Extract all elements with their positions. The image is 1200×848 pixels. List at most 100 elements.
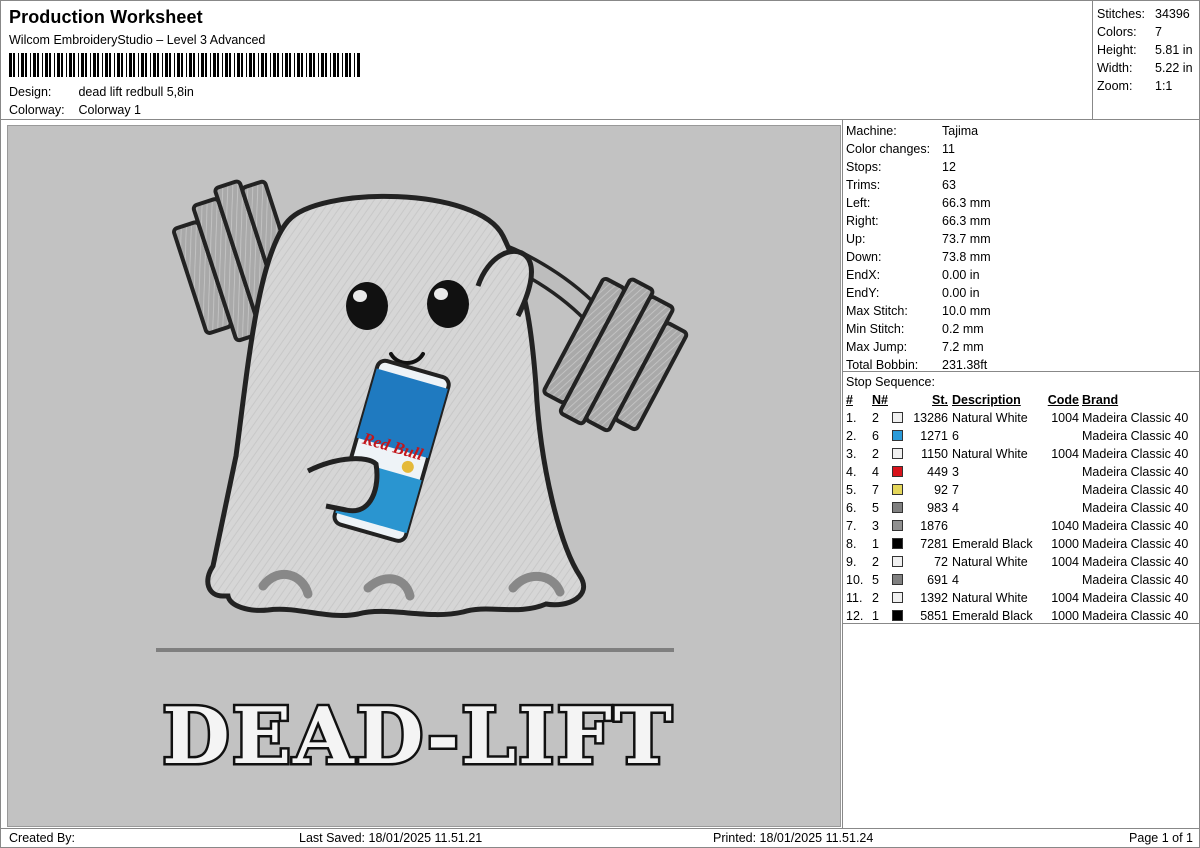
machine-info-value: 66.3 mm (942, 196, 991, 210)
stop-sequence-table: # N# St. Description Code Brand 1. 2 13286… (846, 391, 1192, 625)
worksheet-footer: Created By: Last Saved: 18/01/2025 11.51… (1, 828, 1200, 848)
row-stitches: 449 (927, 465, 948, 479)
row-code (1044, 499, 1082, 517)
row-needle: 1 (872, 537, 879, 551)
color-swatch (892, 412, 903, 424)
stat-label: Height: (1097, 43, 1137, 57)
col-header-index: # (846, 393, 853, 407)
info-panel: Machine: Tajima Color changes: 11 Stops: 12 Tr… (842, 120, 1200, 828)
stop-sequence: Stop Sequence: # N# St. Description Code… (843, 372, 1200, 624)
row-brand: Madeira Classic 40 (1082, 609, 1189, 623)
row-description: Natural White (952, 411, 1028, 425)
row-brand: Madeira Classic 40 (1082, 465, 1189, 479)
stop-sequence-title: Stop Sequence: (846, 375, 935, 389)
machine-info-row: EndY: 0.00 in (846, 284, 1200, 302)
row-color-swatch (892, 463, 908, 481)
machine-info-label: Right: (846, 214, 879, 228)
machine-info-value: 10.0 mm (942, 304, 991, 318)
row-stitches: 691 (927, 573, 948, 587)
stat-row: Colors: 7 (1097, 23, 1200, 41)
page-title: Production Worksheet (9, 7, 203, 27)
artwork-title-text: DEAD-LIFT (162, 691, 674, 782)
col-header-needle: N# (872, 393, 888, 407)
row-stitches: 983 (927, 501, 948, 515)
row-index: 5. (846, 483, 857, 497)
row-color-swatch (892, 445, 908, 463)
design-row: Design: dead lift redbull 5,8in (9, 85, 194, 99)
table-row: 11. 2 1392 Natural White 1004 Madeira Classic… (846, 589, 1192, 607)
row-description: Natural White (952, 591, 1028, 605)
row-needle: 7 (872, 483, 879, 497)
stat-value: 5.22 in (1155, 61, 1193, 75)
row-index: 7. (846, 519, 857, 533)
row-stitches: 5851 (920, 609, 948, 623)
machine-info-row: Right: 66.3 mm (846, 212, 1200, 230)
table-row: 1. 2 13286 Natural White 1004 Madeira Classic… (846, 409, 1192, 427)
row-description: Natural White (952, 555, 1028, 569)
row-brand: Madeira Classic 40 (1082, 429, 1189, 443)
worksheet-header: Production Worksheet Wilcom EmbroiderySt… (1, 1, 1092, 120)
table-row: 4. 4 449 3 Madeira Classic 40 (846, 463, 1192, 481)
table-row: 6. 5 983 4 Madeira Classic 40 (846, 499, 1192, 517)
production-worksheet: Production Worksheet Wilcom EmbroiderySt… (0, 0, 1200, 848)
row-brand: Madeira Classic 40 (1082, 447, 1189, 461)
row-brand: Madeira Classic 40 (1082, 483, 1189, 497)
machine-info-value: 0.2 mm (942, 322, 984, 336)
row-needle: 2 (872, 447, 879, 461)
machine-info-row: Machine: Tajima (846, 122, 1200, 140)
stat-label: Zoom: (1097, 79, 1133, 93)
row-code: 1040 (1051, 519, 1079, 533)
machine-info-row: Down: 73.8 mm (846, 248, 1200, 266)
col-header-swatch (892, 391, 908, 409)
printed-date: Printed: 18/01/2025 11.51.24 (713, 831, 874, 845)
row-stitches: 92 (934, 483, 948, 497)
stat-label: Colors: (1097, 25, 1137, 39)
row-description: 4 (952, 501, 959, 515)
row-needle: 6 (872, 429, 879, 443)
row-color-swatch (892, 409, 908, 427)
table-header-row: # N# St. Description Code Brand (846, 391, 1192, 409)
row-code (1044, 427, 1082, 445)
color-swatch (892, 466, 903, 478)
stat-value: 34396 (1155, 7, 1190, 21)
color-swatch (892, 574, 903, 586)
row-color-swatch (892, 427, 908, 445)
row-description: Natural White (952, 447, 1028, 461)
stat-row: Stitches: 34396 (1097, 5, 1200, 23)
row-description: 6 (952, 429, 959, 443)
row-color-swatch (892, 553, 908, 571)
color-swatch (892, 610, 903, 622)
row-stitches: 1271 (920, 429, 948, 443)
machine-info-label: Max Jump: (846, 340, 908, 354)
row-index: 9. (846, 555, 857, 569)
row-stitches: 13286 (913, 411, 948, 425)
machine-info-value: 66.3 mm (942, 214, 991, 228)
col-header-code: Code (1047, 393, 1079, 407)
ghost-right-eye (427, 280, 469, 328)
machine-info-label: Down: (846, 250, 882, 264)
row-brand: Madeira Classic 40 (1082, 501, 1189, 515)
machine-info-row: Min Stitch: 0.2 mm (846, 320, 1200, 338)
row-description: Emerald Black (952, 609, 1033, 623)
table-row: 9. 2 72 Natural White 1004 Madeira Classic 40 (846, 553, 1192, 571)
stat-row: Height: 5.81 in (1097, 41, 1200, 59)
col-header-stitches: St. (932, 393, 948, 407)
machine-info-row: Max Jump: 7.2 mm (846, 338, 1200, 356)
design-preview[interactable]: Red Bull DEAD-LIFT (7, 125, 841, 827)
machine-info-label: Trims: (846, 178, 881, 192)
row-color-swatch (892, 589, 908, 607)
colorway-row: Colorway: Colorway 1 (9, 103, 141, 117)
row-code (1044, 481, 1082, 499)
row-code: 1000 (1051, 537, 1079, 551)
color-swatch (892, 502, 903, 514)
barcode (9, 53, 360, 77)
row-stitches: 1392 (920, 591, 948, 605)
row-code: 1004 (1051, 411, 1079, 425)
row-brand: Madeira Classic 40 (1082, 519, 1189, 533)
row-brand: Madeira Classic 40 (1082, 573, 1189, 587)
table-row: 2. 6 1271 6 Madeira Classic 40 (846, 427, 1192, 445)
machine-info-value: 73.8 mm (942, 250, 991, 264)
machine-info-row: Max Stitch: 10.0 mm (846, 302, 1200, 320)
row-index: 6. (846, 501, 857, 515)
row-stitches: 1876 (920, 519, 948, 533)
